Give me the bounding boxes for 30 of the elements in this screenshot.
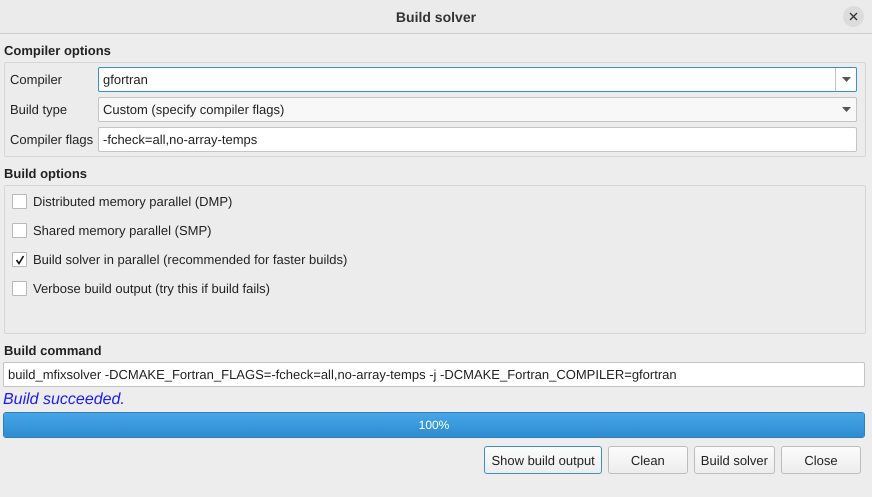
dropdown-field[interactable]: gfortran — [98, 67, 857, 92]
checkbox[interactable] — [12, 194, 27, 209]
input-field[interactable]: -fcheck=all,no-array-temps — [98, 127, 857, 152]
dialog-button[interactable]: Close — [781, 446, 861, 474]
close-icon — [849, 12, 858, 21]
command-field[interactable]: build_mfixsolver -DCMAKE_Fortran_FLAGS=-fcheck=all,no-array-temps -j -DCMAKE_Fortran_COMPILER=gfortran — [3, 362, 865, 387]
checkbox-label: Shared memory parallel (SMP) — [33, 223, 212, 238]
checkbox[interactable] — [12, 252, 27, 267]
field-label: Build type — [10, 102, 68, 117]
checkbox-label: Verbose build output (try this if build fails) — [33, 281, 270, 296]
dialog-button[interactable]: Clean — [608, 446, 688, 474]
dropdown-field[interactable]: Custom (specify compiler flags) — [98, 97, 857, 122]
checkmark-icon — [14, 254, 24, 264]
section-heading: Build command — [3, 343, 103, 358]
checkbox-label: Build solver in parallel (recommended for faster builds) — [33, 252, 348, 267]
section-heading: Compiler options — [3, 43, 112, 58]
progress-label: 100% — [418, 417, 450, 434]
dialog-button[interactable]: Build solver — [694, 446, 775, 474]
checkbox[interactable] — [12, 223, 27, 238]
close-button[interactable] — [843, 6, 864, 27]
field-label: Compiler flags — [10, 132, 94, 147]
status-message: Build succeeded. — [2, 390, 126, 410]
dropdown-arrow-icon — [842, 77, 850, 82]
dropdown-arrow-icon — [842, 107, 850, 112]
dialog-button[interactable]: Show build output — [484, 446, 602, 474]
checkbox-label: Distributed memory parallel (DMP) — [33, 194, 232, 209]
section-heading: Build options — [3, 166, 88, 181]
checkbox[interactable] — [12, 281, 27, 296]
field-label: Compiler — [10, 72, 64, 87]
window-title: Build solver — [396, 8, 476, 24]
